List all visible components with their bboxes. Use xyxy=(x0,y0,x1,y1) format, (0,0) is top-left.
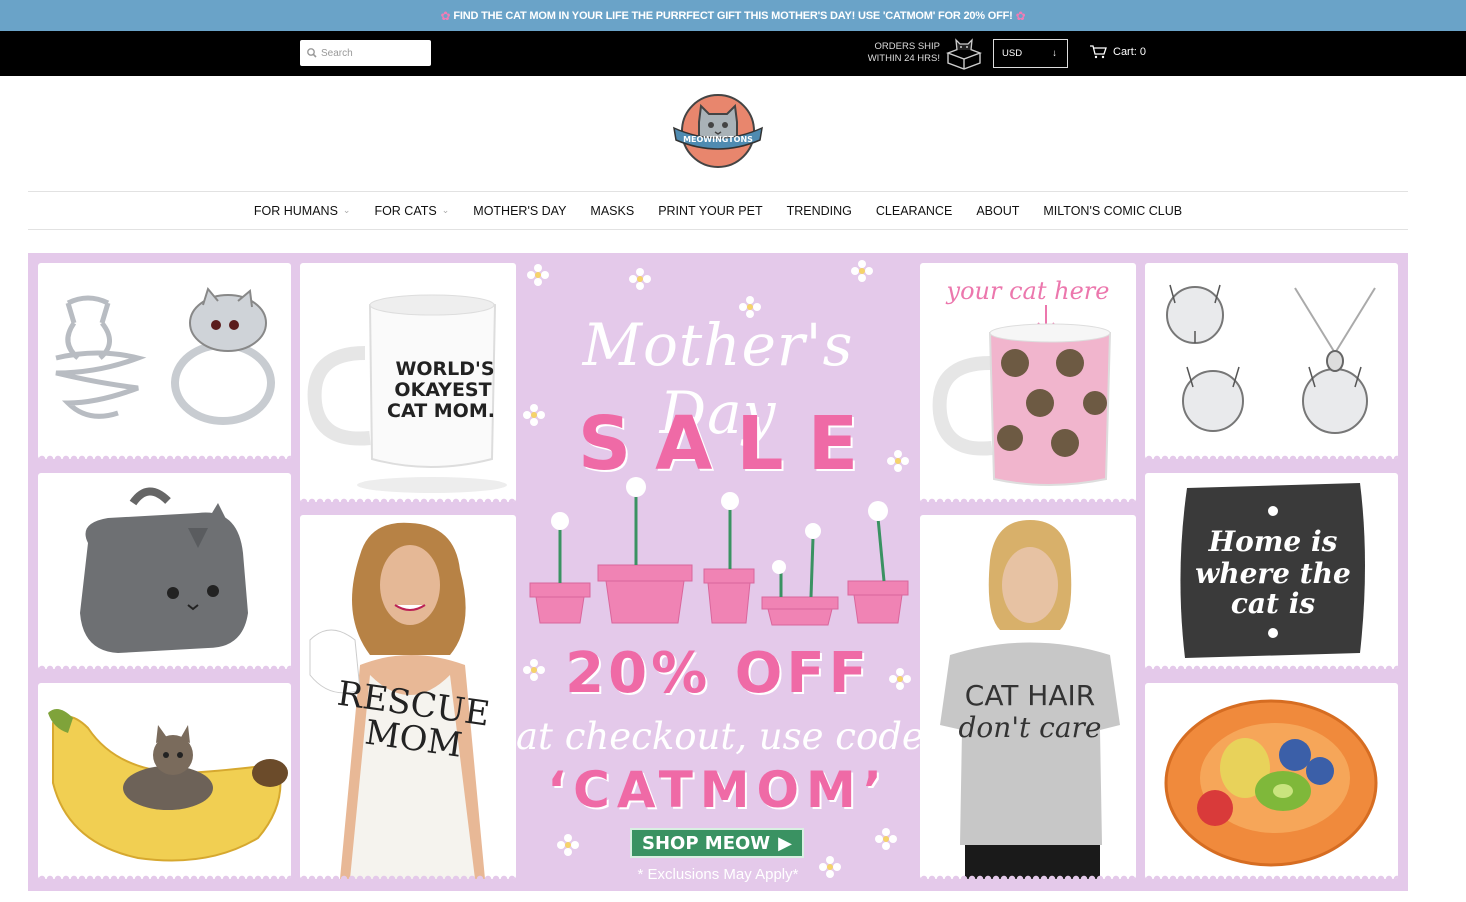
exclusions-note: * Exclusions May Apply* xyxy=(637,866,799,883)
shipping-line-1: ORDERS SHIP xyxy=(874,41,940,52)
checkout-line: at checkout, use code xyxy=(516,715,924,758)
tee-text-2: don't care xyxy=(959,711,1102,744)
daisy-icon xyxy=(851,260,873,282)
nav-item-for-cats[interactable]: FOR CATS ⌄ xyxy=(374,204,449,218)
mug-text-2: OKAYEST xyxy=(394,379,491,401)
nav-item-print-your-pet[interactable]: PRINT YOUR PET xyxy=(658,204,762,218)
nav-item-masks[interactable]: MASKS xyxy=(590,204,634,218)
nav-item-label: ABOUT xyxy=(976,203,1020,218)
nav-item-label: MASKS xyxy=(590,203,635,218)
your-cat-here-caption: your cat here xyxy=(946,277,1110,305)
flower-pots-illustration xyxy=(529,477,909,626)
nav-item-label: TRENDING xyxy=(786,203,852,218)
product-tile-okayest-mug[interactable]: WORLD'S OKAYEST CAT MOM. xyxy=(300,263,516,502)
cat-plush-image xyxy=(80,487,248,653)
nav-item-milton-s-comic-club[interactable]: MILTON'S COMIC CLUB xyxy=(1043,204,1182,218)
nav-item-about[interactable]: ABOUT xyxy=(976,204,1019,218)
nav-item-label: FOR HUMANS xyxy=(253,203,338,218)
cat-jewelry-image xyxy=(1166,284,1376,434)
promo-center[interactable]: Mother's Day SALE 20% OFF at checkout, u… xyxy=(516,253,924,891)
product-tile-rescue-mom-tank[interactable]: RESCUE MOM xyxy=(300,515,516,879)
nav-item-clearance[interactable]: CLEARANCE xyxy=(876,204,952,218)
mothers-day-banner[interactable]: WORLD'S OKAYEST CAT MOM. RESCUE MOM Moth… xyxy=(28,253,1408,891)
shipping-notice: ORDERS SHIP WITHIN 24 HRS! xyxy=(862,41,940,65)
nav-item-label: MILTON'S COMIC CLUB xyxy=(1043,203,1183,218)
main-nav: FOR HUMANS ⌄ FOR CATS ⌄ MOTHER'S DAY MASKS PRI… xyxy=(28,191,1408,230)
nav-item-for-humans[interactable]: FOR HUMANS ⌄ xyxy=(254,204,351,218)
cat-hair-tee-image: CAT HAIR don't care xyxy=(940,520,1120,879)
mug-text-3: CAT MOM. xyxy=(387,400,495,422)
pillow-text-3: cat is xyxy=(1231,587,1316,620)
daisy-icon xyxy=(523,404,545,426)
product-tile-cat-hair-tee[interactable]: CAT HAIR don't care xyxy=(920,515,1136,879)
product-tile-custom-cat-mug[interactable]: your cat here xyxy=(920,263,1136,502)
cart-label: Cart: 0 xyxy=(1113,46,1147,58)
okayest-mug-image: WORLD'S OKAYEST CAT MOM. xyxy=(307,294,507,493)
chevron-down-icon: ⌄ xyxy=(342,205,351,215)
currency-select[interactable]: USD ↓ xyxy=(993,39,1068,68)
daisy-icon xyxy=(739,296,761,318)
nav-item-label: PRINT YOUR PET xyxy=(658,203,763,218)
daisy-icon xyxy=(819,856,841,878)
nav-item-trending[interactable]: TRENDING xyxy=(787,204,852,218)
pillow-text-2: where the xyxy=(1195,557,1351,590)
nav-item-label: FOR CATS xyxy=(374,203,437,218)
fruit-tart-bed-image xyxy=(1164,699,1378,867)
search-input[interactable] xyxy=(321,47,421,59)
logo-text: MEOWINGTONS xyxy=(683,135,753,144)
shipping-line-2: WITHIN 24 HRS! xyxy=(867,53,940,64)
cat-rings-image xyxy=(55,286,275,425)
daisy-icon xyxy=(557,834,579,856)
meowingtons-logo[interactable]: MEOWINGTONS xyxy=(671,92,765,170)
custom-cat-mug-image: your cat here xyxy=(932,277,1112,486)
nav-item-label: MOTHER'S DAY xyxy=(473,203,567,218)
chevron-down-icon: ⌄ xyxy=(441,205,450,215)
cart-link[interactable]: Cart: 0 xyxy=(1089,45,1146,59)
search-box[interactable] xyxy=(300,40,431,66)
currency-value: USD xyxy=(1002,48,1023,59)
daisy-icon xyxy=(889,668,911,690)
product-tile-home-pillow[interactable]: Home is where the cat is xyxy=(1145,473,1398,669)
nav-item-mother-s-day[interactable]: MOTHER'S DAY xyxy=(473,204,566,218)
shop-meow-label: SHOP MEOW xyxy=(642,832,771,854)
nav-item-label: CLEARANCE xyxy=(875,203,953,218)
daisy-icon xyxy=(523,659,545,681)
daisy-icon xyxy=(629,268,651,290)
top-bar: ORDERS SHIP WITHIN 24 HRS! USD ↓ Cart: 0 xyxy=(0,31,1466,76)
shop-meow-button[interactable]: SHOP MEOW ▶ xyxy=(630,828,804,858)
product-tile-cat-jewelry[interactable] xyxy=(1145,263,1398,459)
cherry-blossom-icon: ✿ xyxy=(1015,8,1026,23)
daisy-icon xyxy=(875,828,897,850)
arrow-down-icon: ↓ xyxy=(1052,48,1057,59)
banana-bed-image xyxy=(48,709,288,862)
mug-text-1: WORLD'S xyxy=(395,358,494,380)
promo-code: ‘CATMOM’ xyxy=(547,761,889,819)
shopping-cart-icon xyxy=(1090,45,1107,59)
discount-heading: 20% OFF xyxy=(565,641,871,706)
tee-text-1: CAT HAIR xyxy=(965,679,1095,712)
product-tile-fruit-tart-bed[interactable] xyxy=(1145,683,1398,879)
product-tile-cat-plush[interactable] xyxy=(38,473,291,669)
product-tile-banana-bed[interactable] xyxy=(38,683,291,879)
product-tile-cat-rings[interactable] xyxy=(38,263,291,459)
daisy-icon xyxy=(527,264,549,286)
rescue-mom-tank-image: RESCUE MOM xyxy=(309,522,492,879)
home-pillow-image: Home is where the cat is xyxy=(1180,483,1365,658)
search-icon xyxy=(307,48,317,58)
announcement-text: FIND THE CAT MOM IN YOUR LIFE THE PURRFE… xyxy=(453,9,1013,22)
announcement-bar[interactable]: ✿ FIND THE CAT MOM IN YOUR LIFE THE PURR… xyxy=(0,0,1466,31)
cat-in-box-icon xyxy=(946,38,982,70)
daisy-icon xyxy=(887,450,909,472)
play-arrow-icon: ▶ xyxy=(778,832,792,854)
cherry-blossom-icon: ✿ xyxy=(440,8,451,23)
pillow-text-1: Home is xyxy=(1208,525,1338,558)
